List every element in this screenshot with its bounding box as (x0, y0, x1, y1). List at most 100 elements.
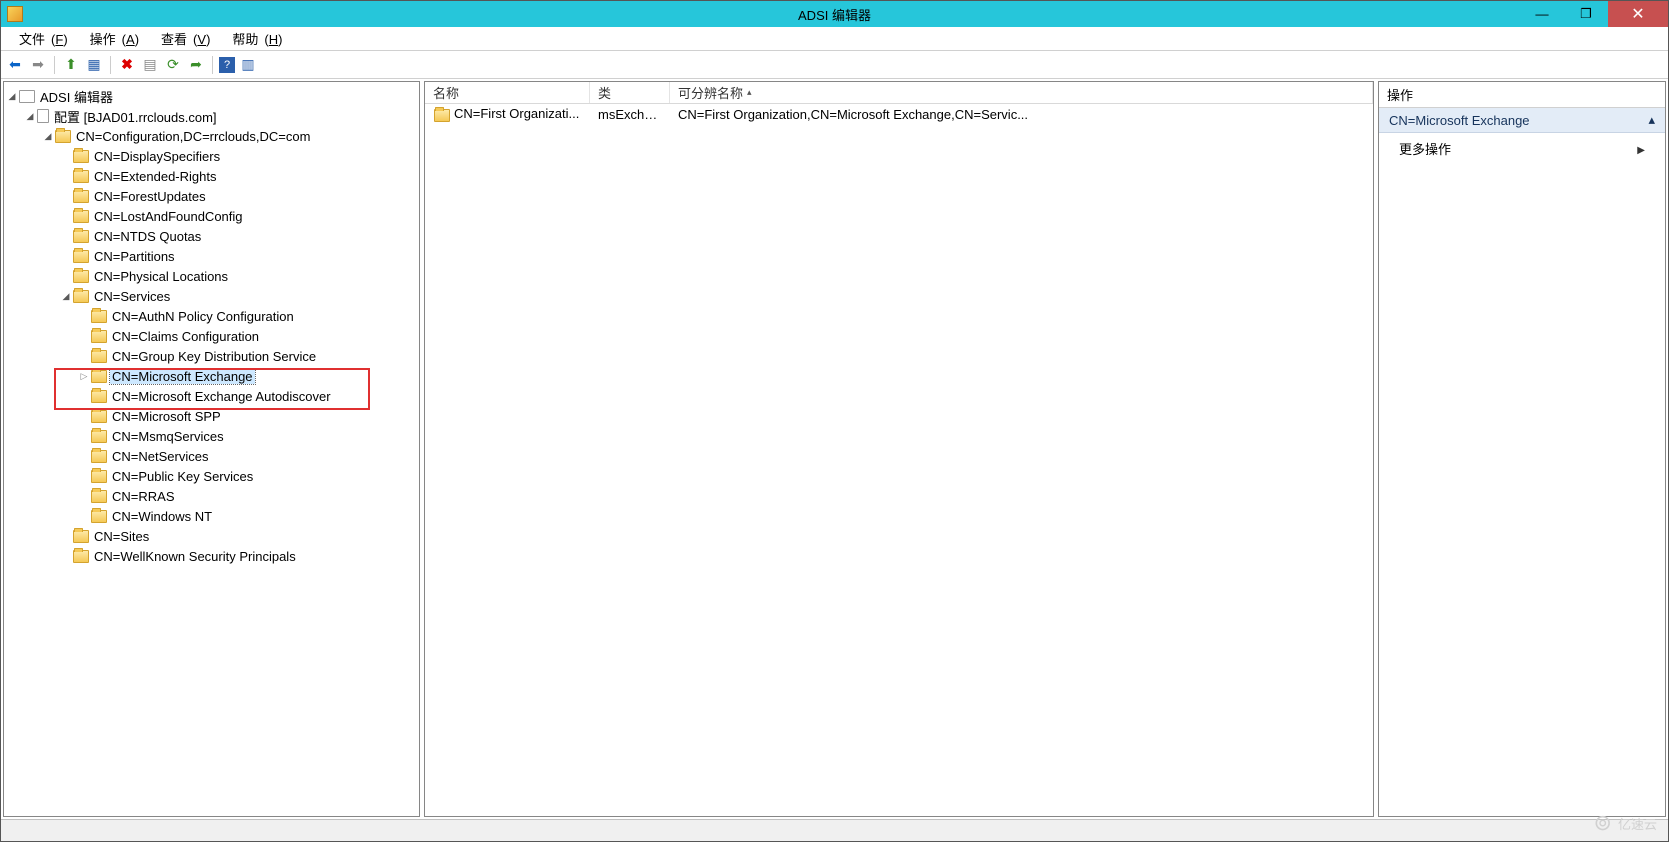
close-button[interactable] (1608, 1, 1668, 27)
list-header: 名称 类 可分辨名称 (425, 82, 1373, 104)
folder-icon (73, 190, 89, 203)
tree-item[interactable]: CN=Partitions (60, 246, 417, 266)
col-header-name[interactable]: 名称 (425, 82, 590, 103)
folder-icon (73, 290, 89, 303)
col-header-dn[interactable]: 可分辨名称 (670, 82, 1373, 103)
tree-ms-exchange[interactable]: CN=Microsoft Exchange (78, 366, 417, 386)
tree-item[interactable]: CN=DisplaySpecifiers (60, 146, 417, 166)
folder-icon (73, 530, 89, 543)
folder-icon (55, 130, 71, 143)
col-header-class[interactable]: 类 (590, 82, 670, 103)
menu-file[interactable]: 文件(F) (7, 27, 74, 50)
watermark-text: 亿速云 (1618, 814, 1657, 833)
expand-icon[interactable] (60, 291, 72, 302)
actions-title: 操作 (1379, 82, 1665, 108)
folder-icon (91, 310, 107, 323)
tree-config-partition[interactable]: 配置 [BJAD01.rrclouds.com] (24, 106, 417, 126)
folder-icon (91, 350, 107, 363)
folder-icon (91, 430, 107, 443)
tree-item[interactable]: CN=Group Key Distribution Service (78, 346, 417, 366)
folder-icon (91, 330, 107, 343)
main-area: ADSI 编辑器 配置 [BJAD01.rrclouds.com] (1, 79, 1668, 819)
actions-section-header[interactable]: CN=Microsoft Exchange (1379, 108, 1665, 133)
menu-help[interactable]: 帮助(H) (220, 27, 288, 50)
forward-button[interactable] (28, 55, 48, 75)
tree-ms-exchange-autodiscover[interactable]: CN=Microsoft Exchange Autodiscover (78, 386, 417, 406)
menu-action[interactable]: 操作(A) (78, 27, 145, 50)
cell-name: CN=First Organizati... (454, 106, 579, 121)
toolbar (1, 51, 1668, 79)
tree-item[interactable]: CN=Public Key Services (78, 466, 417, 486)
adsi-root-icon (19, 90, 35, 103)
folder-icon (434, 109, 450, 122)
tree-item[interactable]: CN=Sites (60, 526, 417, 546)
tree-item[interactable]: CN=Windows NT (78, 506, 417, 526)
tree-item[interactable]: CN=ForestUpdates (60, 186, 417, 206)
folder-icon (73, 170, 89, 183)
properties-button[interactable] (140, 55, 160, 75)
actions-section-label: CN=Microsoft Exchange (1389, 113, 1530, 128)
tree-item[interactable]: CN=LostAndFoundConfig (60, 206, 417, 226)
list-row[interactable]: CN=First Organizati... msExchO... CN=Fir… (425, 104, 1373, 124)
up-button[interactable] (61, 55, 81, 75)
menu-bar: 文件(F) 操作(A) 查看(V) 帮助(H) (1, 27, 1668, 51)
tree-item[interactable]: CN=Microsoft SPP (78, 406, 417, 426)
tree-pane[interactable]: ADSI 编辑器 配置 [BJAD01.rrclouds.com] (3, 81, 420, 817)
minimize-button[interactable] (1520, 1, 1564, 27)
tree-item[interactable]: CN=Physical Locations (60, 266, 417, 286)
tree-configuration-dn[interactable]: CN=Configuration,DC=rrclouds,DC=com (42, 126, 417, 146)
folder-icon (91, 470, 107, 483)
folder-icon (91, 490, 107, 503)
tree-item[interactable]: CN=NetServices (78, 446, 417, 466)
help-button[interactable] (219, 57, 235, 73)
watermark-icon (1594, 810, 1612, 836)
menu-view[interactable]: 查看(V) (149, 27, 216, 50)
folder-icon (91, 510, 107, 523)
actions-more[interactable]: 更多操作 (1379, 133, 1665, 164)
tree-item[interactable]: CN=NTDS Quotas (60, 226, 417, 246)
actions-more-label: 更多操作 (1399, 139, 1451, 158)
actions-pane: 操作 CN=Microsoft Exchange 更多操作 (1378, 81, 1666, 817)
tree-root[interactable]: ADSI 编辑器 (6, 86, 417, 106)
export-button[interactable] (186, 55, 206, 75)
folder-icon (91, 410, 107, 423)
tree-item[interactable]: CN=Extended-Rights (60, 166, 417, 186)
delete-button[interactable] (117, 55, 137, 75)
chevron-right-icon (1637, 141, 1645, 156)
folder-icon (91, 450, 107, 463)
toolbar-sep (212, 56, 213, 74)
toolbar-sep (110, 56, 111, 74)
status-bar (1, 819, 1668, 841)
tree-services[interactable]: CN=Services (60, 286, 417, 306)
tree-item[interactable]: CN=Claims Configuration (78, 326, 417, 346)
folder-icon (91, 370, 107, 383)
tree-item[interactable]: CN=AuthN Policy Configuration (78, 306, 417, 326)
toolbar-sep (54, 56, 55, 74)
expand-icon[interactable] (42, 131, 54, 142)
pane-toggle-button[interactable] (238, 55, 258, 75)
expand-icon[interactable] (78, 371, 90, 382)
folder-icon (73, 550, 89, 563)
cell-class: msExchO... (590, 107, 670, 122)
tree-item[interactable]: CN=MsmqServices (78, 426, 417, 446)
folder-icon (73, 230, 89, 243)
expand-icon[interactable] (24, 111, 36, 122)
back-button[interactable] (5, 55, 25, 75)
folder-icon (73, 250, 89, 263)
partition-icon (37, 109, 49, 123)
list-pane[interactable]: 名称 类 可分辨名称 CN=First Organizati... msExch… (424, 81, 1374, 817)
watermark: 亿速云 (1594, 810, 1657, 836)
tree-item[interactable]: CN=WellKnown Security Principals (60, 546, 417, 566)
folder-icon (73, 210, 89, 223)
folder-icon (73, 270, 89, 283)
show-hide-button[interactable] (84, 55, 104, 75)
folder-icon (91, 390, 107, 403)
expand-icon[interactable] (6, 91, 18, 102)
collapse-icon (1648, 112, 1655, 128)
refresh-button[interactable] (163, 55, 183, 75)
maximize-button[interactable] (1564, 1, 1608, 27)
app-icon (7, 6, 23, 22)
cell-dn: CN=First Organization,CN=Microsoft Excha… (670, 107, 1373, 122)
title-bar: ADSI 编辑器 (1, 1, 1668, 27)
tree-item[interactable]: CN=RRAS (78, 486, 417, 506)
